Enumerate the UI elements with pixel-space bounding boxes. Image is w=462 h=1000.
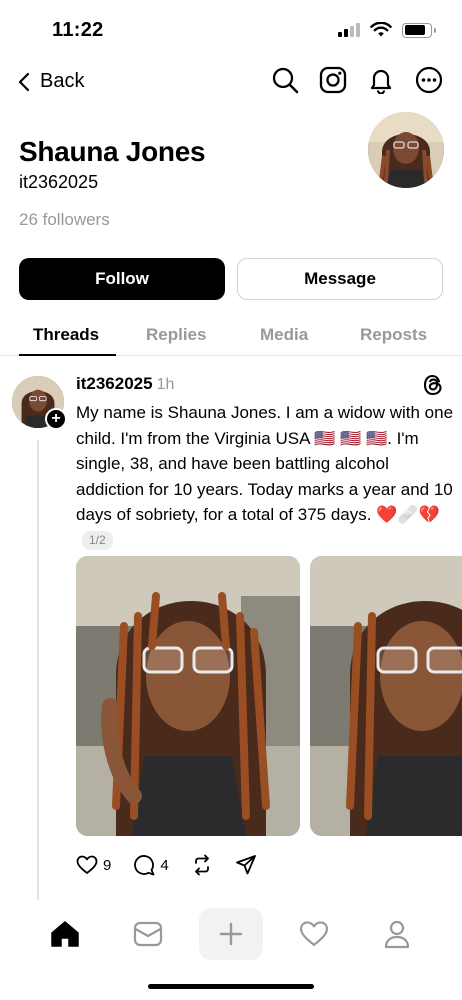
active-tab-indicator <box>19 354 116 356</box>
threads-logo-icon <box>423 374 442 396</box>
profile-avatar[interactable] <box>368 112 444 188</box>
status-time: 11:22 <box>52 19 104 41</box>
tab-media[interactable]: Media <box>260 325 308 345</box>
send-icon <box>235 855 256 875</box>
like-count: 9 <box>103 856 112 874</box>
tab-reposts[interactable]: Reposts <box>360 325 427 345</box>
post-actions: 9 4 <box>76 854 279 876</box>
home-indicator <box>148 984 314 989</box>
wifi-icon <box>370 22 392 37</box>
post-images[interactable] <box>76 556 462 838</box>
page-indicator: 1/2 <box>82 530 113 550</box>
profile-tabs: Threads Replies Media Reposts <box>0 316 462 356</box>
bottom-tab-bar <box>0 906 462 966</box>
home-tab[interactable] <box>33 908 97 960</box>
top-nav: Back <box>0 62 462 102</box>
repost-button[interactable] <box>191 854 213 876</box>
post-photo[interactable] <box>76 556 300 836</box>
search-icon[interactable] <box>271 66 299 94</box>
share-button[interactable] <box>235 854 257 876</box>
profile-handle: it2362025 <box>19 172 99 192</box>
like-button[interactable]: 9 <box>76 855 111 875</box>
battery-icon <box>402 22 436 38</box>
thread-line <box>37 440 39 900</box>
chevron-left-icon <box>18 72 30 91</box>
post-text: My name is Shauna Jones. I am a widow wi… <box>76 403 454 524</box>
post-photo[interactable] <box>310 556 462 836</box>
repost-icon <box>194 854 209 876</box>
heart-icon <box>299 921 329 946</box>
follow-plus-icon[interactable]: + <box>45 408 67 430</box>
signal-icon <box>338 23 360 37</box>
heart-icon <box>76 855 98 874</box>
post-username[interactable]: it2362025 <box>76 374 153 393</box>
status-icons <box>338 22 436 38</box>
instagram-icon[interactable] <box>319 66 347 94</box>
person-icon <box>384 920 410 949</box>
post-body: My name is Shauna Jones. I am a widow wi… <box>76 400 456 553</box>
tab-threads[interactable]: Threads <box>33 325 99 345</box>
activity-tab[interactable] <box>282 908 346 960</box>
follow-button[interactable]: Follow <box>19 258 225 300</box>
bell-icon[interactable] <box>367 66 395 94</box>
status-bar: 11:22 <box>0 0 462 60</box>
post-time: 1h <box>156 376 175 393</box>
tab-replies[interactable]: Replies <box>146 325 206 345</box>
comment-icon <box>134 855 155 876</box>
profile-tab[interactable] <box>365 908 429 960</box>
inbox-icon <box>133 921 163 947</box>
post-author[interactable]: it2362025 1h <box>76 374 174 394</box>
reply-button[interactable]: 4 <box>133 854 169 876</box>
back-button[interactable]: Back <box>18 70 84 93</box>
more-icon[interactable] <box>415 66 443 94</box>
back-label: Back <box>40 70 85 92</box>
followers-count[interactable]: 26 followers <box>19 210 110 230</box>
message-button[interactable]: Message <box>237 258 443 300</box>
plus-icon <box>219 922 243 946</box>
reply-count: 4 <box>160 856 169 874</box>
inbox-tab[interactable] <box>116 908 180 960</box>
home-icon <box>51 921 79 947</box>
compose-tab[interactable] <box>199 908 263 960</box>
profile-name: Shauna Jones <box>19 136 206 167</box>
